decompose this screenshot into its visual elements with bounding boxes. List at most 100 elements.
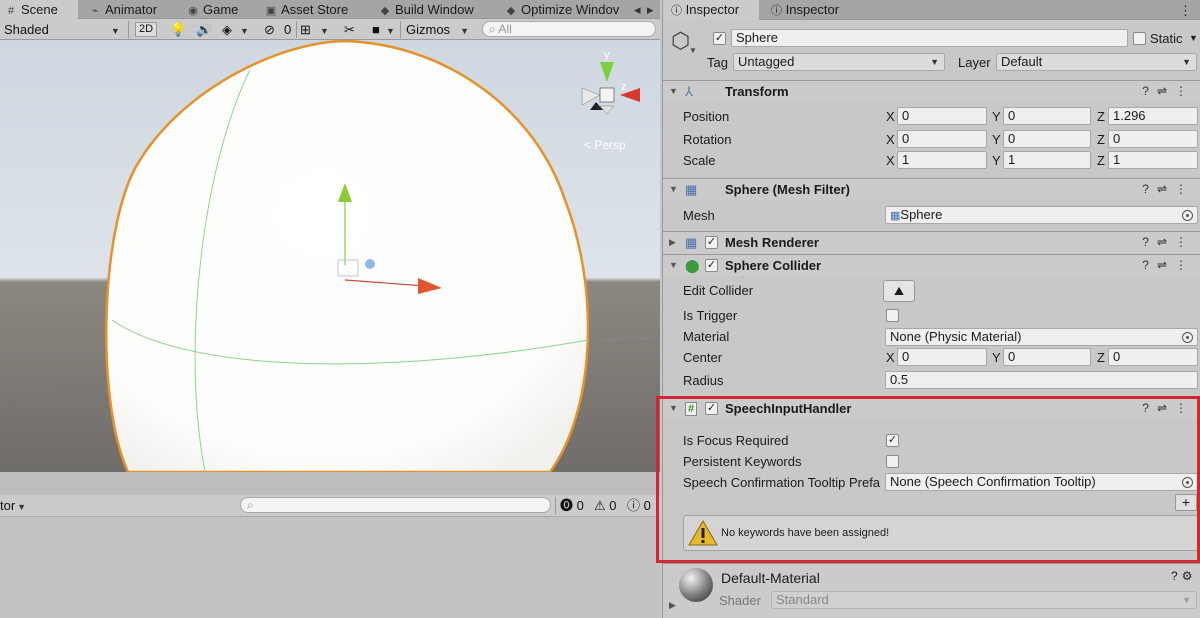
center-x-field[interactable]: 0	[897, 348, 987, 366]
console-log-area[interactable]	[0, 517, 660, 618]
persp-label[interactable]: < Persp	[584, 138, 626, 152]
scale-y-field[interactable]: 1	[1003, 151, 1091, 169]
mesh-label: Mesh	[683, 208, 715, 223]
foldout-collapsed-icon[interactable]: ▶	[669, 237, 676, 248]
audio-icon[interactable]: 🔊	[196, 21, 212, 38]
panel-splitter[interactable]	[0, 472, 660, 495]
mesh-renderer-icon: ▦	[685, 235, 698, 250]
sphere-collider-icon: ⬤	[685, 258, 700, 273]
static-checkbox[interactable]	[1133, 32, 1146, 45]
component-actions[interactable]: ?⇌⋮	[1142, 84, 1195, 98]
tab-scene[interactable]: # Scene	[0, 0, 78, 19]
shader-label: Shader	[719, 593, 761, 608]
error-icon: ⓿	[560, 498, 574, 513]
foldout-arrow-icon[interactable]: ▼	[669, 86, 678, 96]
tab-scroll-right-icon[interactable]: ▸	[647, 1, 654, 18]
object-name-field[interactable]: Sphere	[731, 29, 1128, 47]
camera-icon[interactable]: ■	[372, 21, 380, 38]
active-checkbox[interactable]: ✓	[713, 32, 726, 45]
shading-mode-dropdown[interactable]: Shaded ▼	[4, 21, 120, 38]
rotation-x-field[interactable]: 0	[897, 130, 987, 148]
inspector-menu-icon[interactable]: ⋮	[1179, 3, 1192, 19]
center-z-field[interactable]: 0	[1108, 348, 1198, 366]
scale-x-field[interactable]: 1	[897, 151, 987, 169]
component-actions[interactable]: ?⇌⋮	[1142, 235, 1195, 249]
collider-material-label: Material	[683, 329, 730, 344]
layer-dropdown[interactable]: Default ▼	[996, 53, 1197, 71]
tools-icon[interactable]: ✂	[344, 21, 355, 38]
help-icon: ?	[1142, 235, 1157, 249]
tab-inspector[interactable]: ⓘ Inspector	[663, 0, 759, 20]
layer-label: Layer	[958, 55, 991, 70]
shader-dropdown[interactable]: Standard ▼	[771, 591, 1197, 609]
lighting-icon[interactable]: 💡	[170, 21, 186, 38]
component-actions[interactable]: ?⇌⋮	[1142, 182, 1195, 196]
collider-material-field[interactable]: None (Physic Material)	[885, 328, 1198, 346]
error-count-toggle[interactable]: ⓿ 0	[560, 497, 584, 514]
z-axis-handle[interactable]	[365, 259, 375, 269]
edit-collider-label: Edit Collider	[683, 283, 754, 298]
unity-icon: ◆	[506, 5, 516, 17]
object-picker-icon[interactable]	[1182, 210, 1193, 221]
mesh-filter-header[interactable]: ▼ ▦ Sphere (Mesh Filter) ?⇌⋮	[663, 178, 1200, 200]
rotation-z-field[interactable]: 0	[1108, 130, 1198, 148]
warning-count-toggle[interactable]: ⚠ 0	[594, 497, 617, 514]
grid-dropdown[interactable]: ▼	[320, 21, 329, 38]
position-z-field[interactable]: 1.296	[1108, 107, 1198, 125]
mesh-renderer-header[interactable]: ▶ ▦ ✓ Mesh Renderer ?⇌⋮	[663, 231, 1200, 253]
foldout-collapsed-icon[interactable]: ▶	[669, 600, 676, 611]
foldout-arrow-icon[interactable]: ▼	[669, 260, 678, 270]
edit-shape-icon: ⛰	[893, 284, 905, 298]
tab-build-window[interactable]: ◆ Build Window	[374, 0, 494, 19]
scene-search-input[interactable]: ⌕ All	[482, 21, 656, 37]
tab-scroll-left-icon[interactable]: ◂	[634, 1, 641, 18]
sphere-collider-enabled-checkbox[interactable]: ✓	[705, 259, 718, 272]
edit-collider-button[interactable]: ⛰	[883, 280, 915, 302]
mesh-grid-icon: ▦	[890, 210, 901, 222]
toggle-2d-button[interactable]: 2D	[135, 22, 158, 37]
radius-field[interactable]: 0.5	[885, 371, 1198, 389]
position-x-field[interactable]: 0	[897, 107, 987, 125]
tab-game[interactable]: ◉ Game	[182, 0, 252, 19]
tag-label: Tag	[707, 55, 728, 70]
object-picker-icon[interactable]	[1182, 332, 1193, 343]
grid-icon[interactable]: ⊞	[300, 21, 311, 38]
center-y-field[interactable]: 0	[1003, 348, 1091, 366]
tab-asset-store[interactable]: ▣ Asset Store	[260, 0, 368, 19]
console-dropdown[interactable]: tor ▼	[0, 497, 26, 514]
camera-dropdown[interactable]: ▼	[386, 21, 395, 38]
static-dropdown-icon[interactable]: ▼	[1189, 33, 1198, 43]
mesh-renderer-enabled-checkbox[interactable]: ✓	[705, 236, 718, 249]
search-icon: ⌕	[489, 22, 496, 36]
highlight-box	[656, 396, 1200, 563]
tab-inspector-2[interactable]: ⓘ Inspector	[763, 0, 859, 20]
rotation-label: Rotation	[683, 132, 732, 147]
tab-optimize-window[interactable]: ◆ Optimize Windov	[500, 0, 628, 19]
foldout-arrow-icon[interactable]: ▼	[669, 184, 678, 194]
effects-icon[interactable]: ◈	[222, 21, 232, 38]
component-actions[interactable]: ?⇌⋮	[1142, 258, 1195, 272]
chevron-down-icon[interactable]: ▼	[689, 46, 697, 55]
chevron-down-icon: ▼	[1182, 595, 1191, 605]
tab-animator[interactable]: ⌁ Animator	[84, 0, 174, 19]
transform-header[interactable]: ▼ ⅄ Transform ?⇌⋮	[663, 80, 1200, 102]
position-y-field[interactable]: 0	[1003, 107, 1091, 125]
rotation-y-field[interactable]: 0	[1003, 130, 1091, 148]
material-actions[interactable]: ?⚙	[1171, 569, 1196, 583]
is-trigger-checkbox[interactable]	[886, 309, 899, 322]
info-count-toggle[interactable]: ⓘ 0	[627, 497, 651, 514]
tag-dropdown[interactable]: Untagged ▼	[733, 53, 945, 71]
hidden-objects-icon[interactable]: ⊘	[264, 21, 275, 38]
cube-icon: ⬡	[671, 28, 691, 53]
gizmos-dropdown[interactable]: Gizmos ▼	[406, 21, 469, 38]
scene-viewport[interactable]: y z < Persp	[0, 40, 660, 472]
sphere-collider-header[interactable]: ▼ ⬤ ✓ Sphere Collider ?⇌⋮	[663, 254, 1200, 276]
hash-icon: #	[7, 5, 15, 17]
console-search-input[interactable]: ⌕	[240, 497, 551, 513]
scene-toolbar: Shaded ▼ 2D 💡 🔊 ◈ ▼ ⊘ 0 ⊞ ▼ ✂ ■ ▼ Gizmos ▼…	[0, 19, 660, 40]
mesh-object-field[interactable]: ▦Sphere	[885, 206, 1198, 224]
center-label: Center	[683, 350, 723, 365]
scale-z-field[interactable]: 1	[1108, 151, 1198, 169]
effects-dropdown[interactable]: ▼	[240, 21, 249, 38]
store-icon: ▣	[265, 5, 277, 17]
